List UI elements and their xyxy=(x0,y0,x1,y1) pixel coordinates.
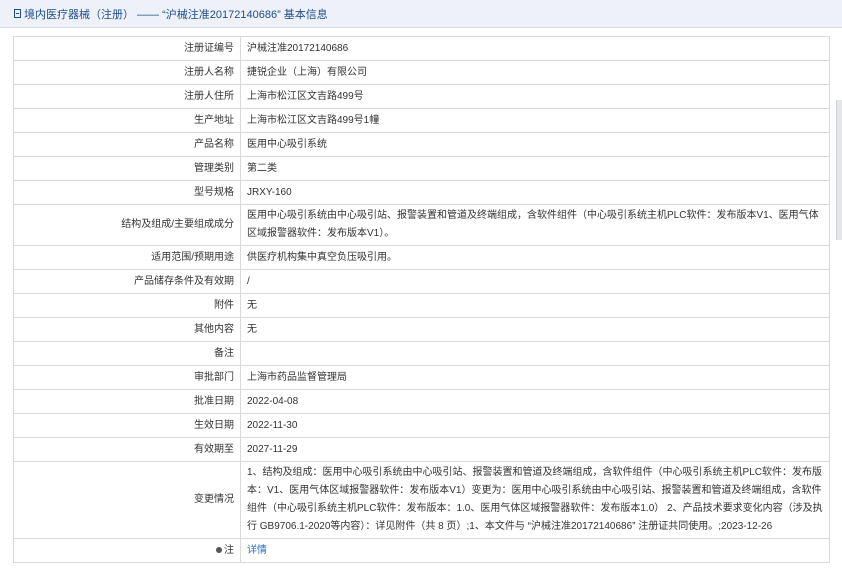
table-row: 注册证编号 沪械注准20172140686 xyxy=(13,36,830,61)
table-row: 注 详情 xyxy=(13,538,830,563)
table-row: 适用范围/预期用途 供医疗机构集中真空负压吸引用。 xyxy=(13,245,830,270)
table-row: 管理类别 第二类 xyxy=(13,156,830,181)
row-label: 其他内容 xyxy=(13,317,241,342)
table-row: 产品储存条件及有效期 / xyxy=(13,269,830,294)
row-value: 上海市药品监督管理局 xyxy=(240,365,830,390)
row-label: 批准日期 xyxy=(13,389,241,414)
table-row: 有效期至 2027-11-29 xyxy=(13,437,830,462)
row-label: 备注 xyxy=(13,341,241,366)
table-row: 附件 无 xyxy=(13,293,830,318)
table-row: 注册人名称 捷锐企业（上海）有限公司 xyxy=(13,60,830,85)
table-row: 审批部门 上海市药品监督管理局 xyxy=(13,365,830,390)
note-label-cell: 注 xyxy=(13,538,241,563)
row-label: 结构及组成/主要组成成分 xyxy=(13,204,241,246)
row-value: 上海市松江区文吉路499号 xyxy=(240,84,830,109)
row-value: 无 xyxy=(240,317,830,342)
row-label: 型号规格 xyxy=(13,180,241,205)
row-value: 上海市松江区文吉路499号1幢 xyxy=(240,108,830,133)
document-icon xyxy=(14,9,21,18)
row-value: 第二类 xyxy=(240,156,830,181)
row-value: 捷锐企业（上海）有限公司 xyxy=(240,60,830,85)
side-scroll-strip[interactable] xyxy=(836,100,842,240)
row-value: 2022-04-08 xyxy=(240,389,830,414)
row-label: 附件 xyxy=(13,293,241,318)
row-label: 审批部门 xyxy=(13,365,241,390)
row-value: 无 xyxy=(240,293,830,318)
note-value-cell: 详情 xyxy=(240,538,830,563)
row-value: 医用中心吸引系统由中心吸引站、报警装置和管道及终端组成，含软件组件（中心吸引系统… xyxy=(240,204,830,246)
note-bullet-icon xyxy=(216,546,222,553)
row-label: 注册人名称 xyxy=(13,60,241,85)
row-label: 变更情况 xyxy=(13,461,241,539)
table-row: 备注 xyxy=(13,341,830,366)
table-row: 结构及组成/主要组成成分 医用中心吸引系统由中心吸引站、报警装置和管道及终端组成… xyxy=(13,204,830,246)
table-row: 注册人住所 上海市松江区文吉路499号 xyxy=(13,84,830,109)
row-label: 产品名称 xyxy=(13,132,241,157)
table-row: 生产地址 上海市松江区文吉路499号1幢 xyxy=(13,108,830,133)
table-row: 生效日期 2022-11-30 xyxy=(13,413,830,438)
details-link[interactable]: 详情 xyxy=(247,545,267,556)
row-value xyxy=(240,341,830,366)
info-table: 注册证编号 沪械注准20172140686 注册人名称 捷锐企业（上海）有限公司… xyxy=(13,36,830,563)
row-label: 适用范围/预期用途 xyxy=(13,245,241,270)
row-value: JRXY-160 xyxy=(240,180,830,205)
row-value: 供医疗机构集中真空负压吸引用。 xyxy=(240,245,830,270)
row-label: 有效期至 xyxy=(13,437,241,462)
row-label: 生产地址 xyxy=(13,108,241,133)
page-header: 境内医疗器械（注册） —— “沪械注准20172140686” 基本信息 xyxy=(0,0,842,28)
row-value: 医用中心吸引系统 xyxy=(240,132,830,157)
table-row: 变更情况 1、结构及组成：医用中心吸引系统由中心吸引站、报警装置和管道及终端组成… xyxy=(13,461,830,539)
row-label: 管理类别 xyxy=(13,156,241,181)
row-value: 2027-11-29 xyxy=(240,437,830,462)
row-label: 注册人住所 xyxy=(13,84,241,109)
row-value: 1、结构及组成：医用中心吸引系统由中心吸引站、报警装置和管道及终端组成，含软件组… xyxy=(240,461,830,539)
row-value: 沪械注准20172140686 xyxy=(240,36,830,61)
table-row: 产品名称 医用中心吸引系统 xyxy=(13,132,830,157)
row-label: 生效日期 xyxy=(13,413,241,438)
table-row: 其他内容 无 xyxy=(13,317,830,342)
row-label: 注册证编号 xyxy=(13,36,241,61)
table-row: 型号规格 JRXY-160 xyxy=(13,180,830,205)
table-row: 批准日期 2022-04-08 xyxy=(13,389,830,414)
row-label: 产品储存条件及有效期 xyxy=(13,269,241,294)
note-label: 注 xyxy=(224,544,234,556)
row-value: 2022-11-30 xyxy=(240,413,830,438)
row-value: / xyxy=(240,269,830,294)
page-title: 境内医疗器械（注册） —— “沪械注准20172140686” 基本信息 xyxy=(24,8,328,21)
